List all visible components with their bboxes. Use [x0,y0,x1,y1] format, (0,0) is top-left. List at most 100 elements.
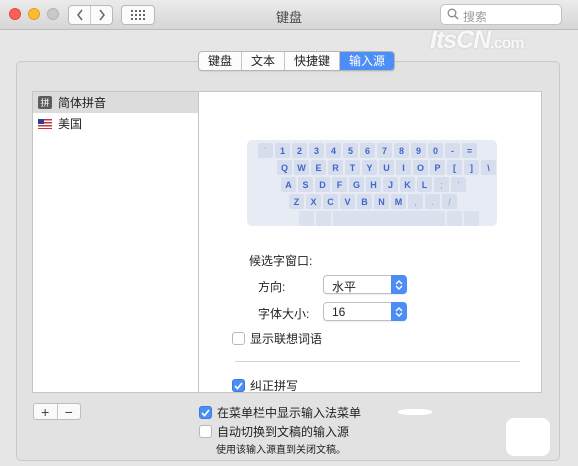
keyboard-key [447,211,462,226]
keyboard-key: L [417,177,432,192]
list-item-label: 简体拼音 [58,96,107,110]
keyboard-layout-preview: ` 1 2 3 4 5 6 7 8 9 0- = Q W E R T Y U I O P[] \ A S D F G H J K L; ' … [247,140,497,226]
watermark-cn: 同夷天 [485,12,515,23]
remove-source-button[interactable]: − [56,404,81,419]
checkbox-box [199,425,212,438]
tab-text[interactable]: 文本 [241,52,284,70]
list-item-simplified-pinyin[interactable]: 拼 简体拼音 [33,92,198,113]
keyboard-key: 5 [343,143,358,158]
watermark-suffix: .com [490,35,524,52]
keyboard-key: D [315,177,330,192]
input-source-detail: ` 1 2 3 4 5 6 7 8 9 0- = Q W E R T Y U I O P[] \ A S D F G H J K L; ' … [199,91,542,393]
keyboard-key: 8 [394,143,409,158]
candidate-window-heading: 候选字窗口: [249,254,313,268]
keyboard-key: R [328,160,343,175]
list-item-us[interactable]: 美国 [33,113,198,134]
auto-switch-hint: 使用该输入源直到关闭文稿。 [216,445,346,456]
keyboard-key: C [323,194,338,209]
keyboard-key: H [366,177,381,192]
keyboard-key: ' [451,177,466,192]
keyboard-key: P [430,160,445,175]
keyboard-key: B [357,194,372,209]
keyboard-key: 2 [292,143,307,158]
keyboard-key: X [306,194,321,209]
keyboard-key: 0 [428,143,443,158]
keyboard-key [316,211,331,226]
keyboard-key: Y [362,160,377,175]
keyboard-key: , [408,194,423,209]
checkbox-label: 纠正拼写 [250,379,299,393]
keyboard-key: G [349,177,364,192]
keyboard-key: T [345,160,360,175]
list-item-label: 美国 [58,117,83,131]
keyboard-key: 4 [326,143,341,158]
checkbox-label: 在菜单栏中显示输入法菜单 [217,406,362,420]
checkmark-icon [232,379,245,392]
show-predictions-checkbox[interactable]: 显示联想词语 [232,330,322,347]
redaction-mark [398,409,432,415]
checkmark-icon [199,406,212,419]
input-source-list[interactable]: 拼 简体拼音 美国 [32,91,199,393]
divider [235,361,520,362]
keyboard-key: ; [434,177,449,192]
keyboard-key [464,211,479,226]
show-in-menu-bar-checkbox[interactable]: 在菜单栏中显示输入法菜单 [199,404,361,421]
orientation-value: 水平 [332,280,357,294]
keyboard-key: \ [481,160,496,175]
keyboard-key: V [340,194,355,209]
keyboard-key: A [281,177,296,192]
keyboard-key: / [442,194,457,209]
keyboard-key: Q [277,160,292,175]
checkbox-box [232,332,245,345]
updown-arrow-icon [391,302,407,321]
keyboard-key: 6 [360,143,375,158]
keyboard-spacebar [333,211,445,226]
keyboard-key: F [332,177,347,192]
font-size-value: 16 [332,305,346,319]
tab-bar: 键盘 文本 快捷键 输入源 [198,51,396,71]
search-icon [447,8,459,20]
keyboard-key: [ [447,160,462,175]
keyboard-key: 1 [275,143,290,158]
keyboard-key: N [374,194,389,209]
keyboard-key: J [383,177,398,192]
keyboard-key [299,211,314,226]
watermark-logo: ItsCN.com [430,26,575,58]
auto-switch-checkbox[interactable]: 自动切换到文稿的输入源 [199,423,349,440]
keyboard-key: U [379,160,394,175]
updown-arrow-icon [391,275,407,294]
us-flag-icon [38,118,52,129]
checkbox-label: 显示联想词语 [250,332,323,346]
pinyin-icon: 拼 [38,96,52,109]
keyboard-key: M [391,194,406,209]
keyboard-key: W [294,160,309,175]
keyboard-key: I [396,160,411,175]
font-size-label: 字体大小: [258,307,310,321]
keyboard-key: . [425,194,440,209]
keyboard-key: ] [464,160,479,175]
keyboard-key: 9 [411,143,426,158]
keyboard-key: ` [258,143,273,158]
orientation-label: 方向: [258,280,286,294]
search-placeholder: 搜索 [463,10,488,24]
orientation-select[interactable]: 水平 [323,275,407,294]
tab-shortcuts[interactable]: 快捷键 [284,52,339,70]
keyboard-key: = [462,143,477,158]
keyboard-key: S [298,177,313,192]
add-remove-buttons: + − [33,403,81,420]
watermark-text: ItsCN [430,26,491,54]
keyboard-key: E [311,160,326,175]
keyboard-key: O [413,160,428,175]
checkbox-label: 自动切换到文稿的输入源 [217,425,350,439]
keyboard-key: 3 [309,143,324,158]
keyboard-key: 7 [377,143,392,158]
tab-input-sources[interactable]: 输入源 [339,52,395,70]
keyboard-key: K [400,177,415,192]
tab-keyboard[interactable]: 键盘 [199,52,241,70]
redaction-mark [506,418,550,456]
keyboard-key: - [445,143,460,158]
font-size-select[interactable]: 16 [323,302,407,321]
add-source-button[interactable]: + [34,404,57,419]
auto-correct-checkbox[interactable]: 纠正拼写 [232,377,298,394]
keyboard-key: Z [289,194,304,209]
